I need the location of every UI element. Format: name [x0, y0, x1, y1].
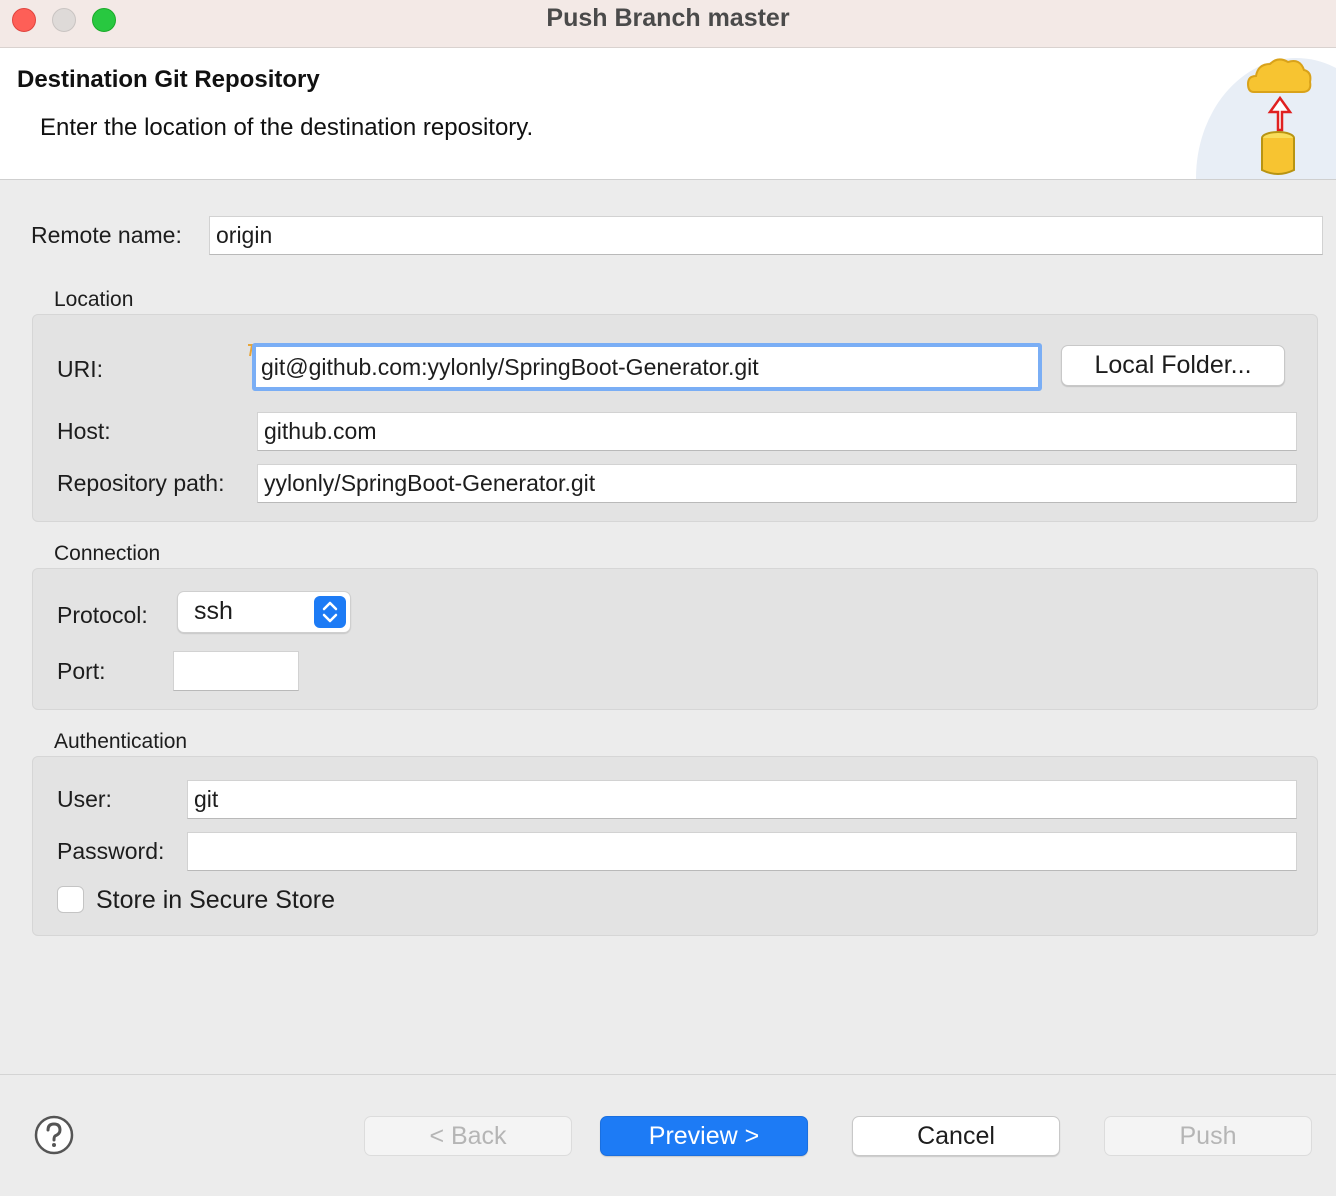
- remote-name-input[interactable]: [209, 216, 1323, 255]
- help-icon[interactable]: [34, 1115, 74, 1155]
- port-input[interactable]: [173, 651, 299, 691]
- footer-separator: [0, 1074, 1336, 1075]
- store-in-secure-store-checkbox[interactable]: [57, 886, 84, 913]
- user-label: User:: [57, 786, 112, 812]
- page-title: Destination Git Repository: [17, 66, 320, 93]
- remote-name-label: Remote name:: [31, 222, 182, 248]
- password-label: Password:: [57, 838, 165, 864]
- port-label: Port:: [57, 658, 106, 684]
- protocol-select[interactable]: ssh: [177, 591, 351, 633]
- title-bar: Push Branch master: [0, 0, 1336, 48]
- local-folder-button[interactable]: Local Folder...: [1061, 345, 1285, 386]
- location-group-title: Location: [54, 288, 134, 311]
- password-input[interactable]: [187, 832, 1297, 871]
- repository-path-input[interactable]: [257, 464, 1297, 503]
- host-input[interactable]: [257, 412, 1297, 451]
- store-in-secure-store-label[interactable]: Store in Secure Store: [96, 886, 335, 915]
- back-button[interactable]: < Back: [364, 1116, 572, 1156]
- protocol-label: Protocol:: [57, 602, 148, 628]
- connection-group-title: Connection: [54, 542, 161, 565]
- uri-label: URI:: [57, 356, 103, 382]
- cancel-button[interactable]: Cancel: [852, 1116, 1060, 1156]
- preview-button[interactable]: Preview >: [600, 1116, 808, 1156]
- window-title: Push Branch master: [546, 4, 790, 32]
- protocol-selected-value: ssh: [194, 597, 233, 625]
- host-label: Host:: [57, 418, 111, 444]
- authentication-group-title: Authentication: [54, 730, 188, 753]
- push-button[interactable]: Push: [1104, 1116, 1312, 1156]
- user-input[interactable]: [187, 780, 1297, 819]
- page-description: Enter the location of the destination re…: [40, 114, 534, 141]
- push-to-cloud-icon: [1246, 58, 1312, 175]
- repository-path-label: Repository path:: [57, 470, 225, 496]
- wizard-header: Destination Git Repository Enter the loc…: [0, 48, 1336, 180]
- uri-input[interactable]: [252, 343, 1042, 391]
- chevron-up-down-icon: [314, 596, 346, 628]
